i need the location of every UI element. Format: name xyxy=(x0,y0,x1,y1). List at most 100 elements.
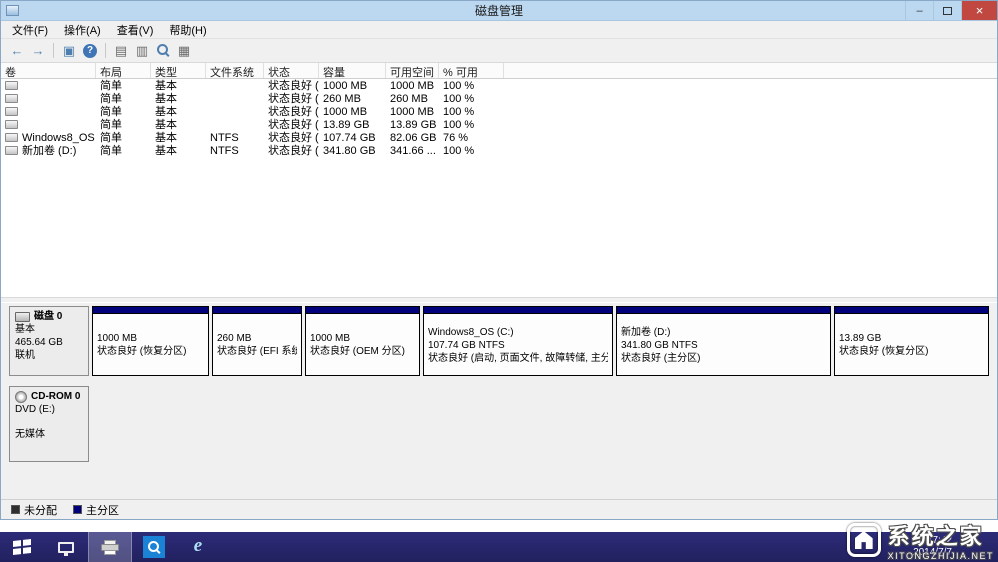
taskbar-search-button[interactable] xyxy=(132,532,176,562)
partition-status: 状态良好 (启动, 页面文件, 故障转储, 主分区) xyxy=(428,352,608,364)
taskbar-desktop-button[interactable] xyxy=(44,532,88,562)
pane-splitter[interactable] xyxy=(1,297,997,302)
window-title: 磁盘管理 xyxy=(474,4,524,18)
column-header-status[interactable]: 状态 xyxy=(264,63,319,78)
volume-row[interactable]: 简单 基本 状态良好 (... 1000 MB 1000 MB 100 % xyxy=(1,79,997,92)
cell-capacity: 1000 MB xyxy=(323,80,368,92)
maximize-button[interactable] xyxy=(933,1,961,20)
disk-management-icon xyxy=(6,5,19,16)
partition-recovery-2[interactable]: 13.89 GB 状态良好 (恢复分区) xyxy=(834,306,989,376)
watermark-site: XITONGZHIJIA.NET xyxy=(887,551,994,561)
partition-label: Windows8_OS (C:) xyxy=(428,326,514,338)
toolbar: ← → ▣ ? ▤ ▥ ▦ xyxy=(1,39,997,63)
help-icon[interactable]: ? xyxy=(80,41,100,61)
disk0-info-box[interactable]: 磁盘 0 基本 465.64 GB 联机 xyxy=(9,306,89,376)
cdrom-info-box[interactable]: CD-ROM 0 DVD (E:) 无媒体 xyxy=(9,386,89,462)
column-header-filesystem[interactable]: 文件系统 xyxy=(206,63,264,78)
column-header-pct-free[interactable]: % 可用 xyxy=(439,63,504,78)
properties-icon[interactable]: ▥ xyxy=(132,41,152,61)
partition-d-drive[interactable]: 新加卷 (D:) 341.80 GB NTFS 状态良好 (主分区) xyxy=(616,306,831,376)
cell-volume: 新加卷 (D:) xyxy=(1,144,96,157)
cell-volume: Windows8_OS (C:) xyxy=(1,131,96,144)
column-header-layout[interactable]: 布局 xyxy=(96,63,151,78)
cd-rom-icon xyxy=(15,390,27,403)
partition-type-strip xyxy=(306,307,419,314)
legend-primary-partition: 主分区 xyxy=(73,502,119,518)
cdrom-media-status: 无媒体 xyxy=(15,429,45,440)
partition-efi[interactable]: 260 MB 状态良好 (EFI 系统分... xyxy=(212,306,302,376)
export-list-icon[interactable]: ▤ xyxy=(111,41,131,61)
column-header-type[interactable]: 类型 xyxy=(151,63,206,78)
partition-type-strip xyxy=(835,307,988,314)
menu-file[interactable]: 文件(F) xyxy=(4,21,56,39)
close-button[interactable]: × xyxy=(961,1,997,20)
search-icon[interactable] xyxy=(153,41,173,61)
grid-view-icon[interactable]: ▦ xyxy=(174,41,194,61)
cell-filesystem xyxy=(206,118,264,131)
cell-filesystem: NTFS xyxy=(210,145,239,157)
cell-filesystem xyxy=(206,79,264,92)
cell-filesystem xyxy=(206,105,264,118)
cell-capacity: 260 MB xyxy=(323,93,361,105)
cell-status: 状态良好 (... xyxy=(268,132,319,144)
cell-status: 状态良好 (... xyxy=(268,145,319,157)
taskbar-printer-button[interactable] xyxy=(88,532,132,562)
cell-status: 状态良好 (... xyxy=(268,80,319,92)
cell-status: 状态良好 (... xyxy=(268,106,319,118)
hard-disk-icon xyxy=(15,311,30,322)
cell-filesystem: NTFS xyxy=(210,132,239,144)
cell-layout: 简单 xyxy=(100,119,122,131)
start-button[interactable] xyxy=(0,532,44,562)
partition-oem[interactable]: 1000 MB 状态良好 (OEM 分区) xyxy=(305,306,420,376)
back-icon[interactable]: ← xyxy=(7,41,27,61)
forward-icon[interactable]: → xyxy=(28,41,48,61)
cell-capacity: 341.80 GB xyxy=(323,145,376,157)
console-window-icon[interactable]: ▣ xyxy=(59,41,79,61)
partition-label: 新加卷 (D:) xyxy=(621,326,671,338)
disk-name: 磁盘 0 xyxy=(34,311,63,322)
column-header-free[interactable]: 可用空间 xyxy=(386,63,439,78)
volume-row[interactable]: 简单 基本 状态良好 (... 260 MB 260 MB 100 % xyxy=(1,92,997,105)
volume-icon xyxy=(5,120,18,129)
cell-pct-free: 100 % xyxy=(443,106,475,118)
cell-pct-free: 100 % xyxy=(443,145,475,157)
volume-row[interactable]: 简单 基本 状态良好 (... 1000 MB 1000 MB 100 % xyxy=(1,105,997,118)
partitions: 1000 MB 状态良好 (恢复分区) 260 MB 状态良好 (EFI 系统分… xyxy=(92,306,989,376)
minimize-button[interactable]: – xyxy=(905,1,933,20)
disk-size: 465.64 GB xyxy=(15,337,63,348)
cell-pct-free: 76 % xyxy=(443,132,469,144)
cell-layout: 简单 xyxy=(100,106,122,118)
menu-help[interactable]: 帮助(H) xyxy=(161,21,214,39)
taskbar-ie-button[interactable]: e xyxy=(176,532,220,562)
cell-type: 基本 xyxy=(155,145,177,157)
column-header-capacity[interactable]: 容量 xyxy=(319,63,386,78)
printer-icon xyxy=(101,539,119,555)
disk-management-window: 磁盘管理 – × 文件(F) 操作(A) 查看(V) 帮助(H) ← → ▣ ?… xyxy=(0,0,998,520)
volume-row[interactable]: 简单 基本 状态良好 (... 13.89 GB 13.89 GB 100 % xyxy=(1,118,997,131)
cell-capacity: 1000 MB xyxy=(323,106,368,118)
cell-capacity: 107.74 GB xyxy=(323,132,376,144)
legend-unallocated: 未分配 xyxy=(11,502,57,518)
window-controls: – × xyxy=(905,1,997,20)
cdrom-name: CD-ROM 0 xyxy=(31,391,81,402)
volume-row[interactable]: Windows8_OS (C:) 简单 基本 NTFS 状态良好 (... 10… xyxy=(1,131,997,144)
menu-action[interactable]: 操作(A) xyxy=(56,21,109,39)
column-header-volume[interactable]: 卷 xyxy=(1,63,96,78)
watermark-title: 系统之家 xyxy=(887,524,984,549)
internet-explorer-icon: e xyxy=(193,535,203,556)
titlebar[interactable]: 磁盘管理 – × xyxy=(1,1,997,21)
volume-icon xyxy=(5,107,18,116)
cell-layout: 简单 xyxy=(100,145,122,157)
disk-status: 联机 xyxy=(15,350,35,361)
volume-row[interactable]: 新加卷 (D:) 简单 基本 NTFS 状态良好 (... 341.80 GB … xyxy=(1,144,997,157)
volume-icon xyxy=(5,94,18,103)
cell-free: 1000 MB xyxy=(390,106,435,118)
partition-c-drive[interactable]: Windows8_OS (C:) 107.74 GB NTFS 状态良好 (启动… xyxy=(423,306,613,376)
volume-list: 卷 布局 类型 文件系统 状态 容量 可用空间 % 可用 简单 基本 状态良好 … xyxy=(1,63,997,297)
menu-view[interactable]: 查看(V) xyxy=(109,21,162,39)
cell-free: 260 MB xyxy=(390,93,428,105)
legend-label: 主分区 xyxy=(86,504,119,517)
partition-size: 260 MB xyxy=(217,333,252,344)
cell-type: 基本 xyxy=(155,80,177,92)
partition-recovery-1[interactable]: 1000 MB 状态良好 (恢复分区) xyxy=(92,306,209,376)
